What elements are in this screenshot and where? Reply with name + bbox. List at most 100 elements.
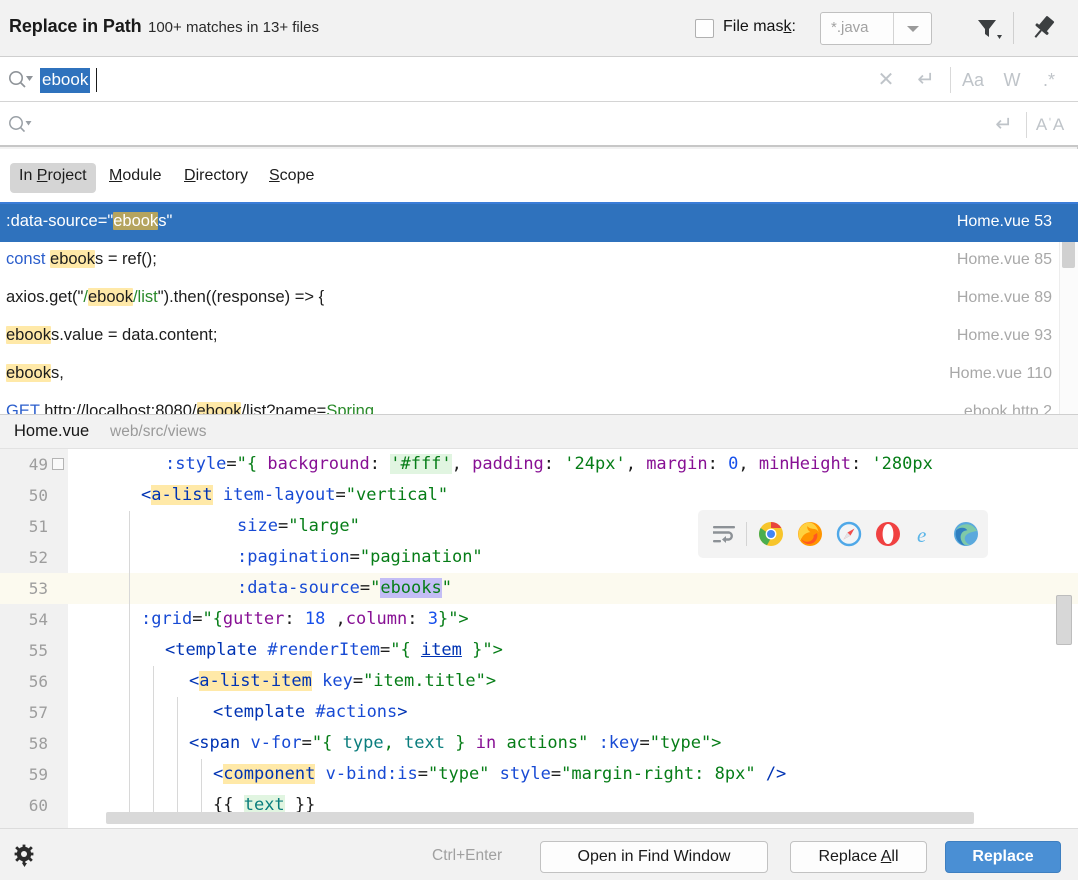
search-results-list[interactable]: :data-source="ebooks" Home.vue 53 const eb… [0,204,1078,414]
search-dropdown-icon[interactable] [6,67,36,91]
code-line[interactable]: 55 <template #renderItem="{ item }"> [0,635,1078,666]
tab-label-post: cope [279,167,315,184]
text-caret [96,68,97,92]
replace-all-button[interactable]: Replace All [790,841,927,873]
replace-in-path-dialog: Replace in Path 100+ matches in 13+ file… [0,0,1078,880]
file-mask-combobox[interactable]: *.java [820,12,932,45]
code-line-text: <span v-for="{ type, text } in actions" … [189,733,722,753]
indent-guide [177,759,178,790]
file-mask-checkbox[interactable] [695,19,714,38]
result-row[interactable]: GET http://localhost:8080/ebook/list?nam… [0,394,1078,414]
replace-actions-divider [1026,112,1027,138]
result-row-file: Home.vue 93 [956,327,1052,344]
line-number: 58 [28,734,48,753]
code-line[interactable]: 50 <a-list item-layout="vertical" [0,480,1078,511]
code-line-text: <a-list item-layout="vertical" [141,485,449,505]
replace-field-row[interactable]: ↵ AˈA [0,102,1078,147]
code-line[interactable]: 54:grid="{gutter: 18 ,column: 3}"> [0,604,1078,635]
code-line[interactable]: 57 <template #actions> [0,697,1078,728]
replace-dropdown-icon[interactable] [6,112,36,136]
code-horizontal-scrollbar-thumb[interactable] [106,812,974,824]
line-number: 53 [28,579,48,598]
code-line[interactable]: 59 <component v-bind:is="type" style="mar… [0,759,1078,790]
settings-gear-icon[interactable] [12,843,40,869]
result-row-text: :data-source="ebooks" [6,212,173,230]
result-row-file: Home.vue 89 [956,289,1052,306]
search-input-value[interactable]: ebook [40,68,91,93]
indent-guide [201,759,202,790]
indent-guide [177,728,178,759]
words-button[interactable]: W [998,67,1026,93]
indent-guide [153,728,154,759]
code-line[interactable]: 56 <a-list-item key="item.title"> [0,666,1078,697]
svg-text:e: e [917,523,926,547]
filter-icon[interactable] [970,12,1008,44]
tab-in-project[interactable]: In Project [10,163,96,193]
indent-guide [129,542,130,573]
chevron-down-icon[interactable] [893,13,931,44]
tab-module[interactable]: Module [100,163,170,193]
code-line[interactable]: 53 :data-source="ebooks" [0,573,1078,604]
new-line-button[interactable]: ↵ [910,67,942,93]
opera-icon[interactable] [875,521,901,547]
search-field-row[interactable]: ebook ✕ ↵ Aa W .* [0,57,1078,102]
match-case-button[interactable]: Aa [956,67,990,93]
line-number: 51 [28,517,48,536]
replace-all-label-mnemonic: A [880,848,892,865]
result-row[interactable]: :data-source="ebooks" Home.vue 53 [0,204,1078,242]
open-in-find-window-button[interactable]: Open in Find Window [540,841,768,873]
indent-guide [153,697,154,728]
result-row[interactable]: ebooks.value = data.content; Home.vue 93 [0,318,1078,356]
search-actions-divider [950,67,951,93]
code-line-text: :pagination="pagination" [237,547,483,567]
indent-guide [153,759,154,790]
file-mask-value: *.java [831,19,869,36]
browser-preview-toolbar[interactable]: e [698,510,988,558]
shortcut-hint: Ctrl+Enter [432,847,503,864]
clear-search-button[interactable]: ✕ [870,67,902,93]
file-mask-label-post: : [791,18,796,35]
internet-explorer-icon[interactable]: e [914,521,940,547]
code-line[interactable]: 49:style="{ background: '#fff', padding:… [0,449,1078,480]
line-number: 56 [28,672,48,691]
file-mask-label-pre: File mas [723,18,784,35]
result-row-file: Home.vue 85 [956,251,1052,268]
line-number: 60 [28,796,48,815]
line-number: 57 [28,703,48,722]
indent-guide [153,666,154,697]
tab-directory[interactable]: Directory [175,163,257,193]
result-row[interactable]: axios.get("/ebook/list").then((response)… [0,280,1078,318]
fold-checkbox-icon[interactable] [52,458,64,470]
tab-label-post: roject [47,167,87,184]
edge-icon[interactable] [953,521,979,547]
tab-scope[interactable]: Scope [260,163,323,193]
result-row[interactable]: ebooks, Home.vue 110 [0,356,1078,394]
replace-button[interactable]: Replace [945,841,1061,873]
code-line-text: :style="{ background: '#fff', padding: '… [165,454,933,474]
safari-icon[interactable] [836,521,862,547]
wrap-text-icon[interactable] [711,521,737,547]
toolbar-divider [746,522,747,546]
indent-guide [129,511,130,542]
code-line-text: :data-source="ebooks" [237,578,452,598]
new-line-button[interactable]: ↵ [988,112,1020,138]
tab-label-mnemonic: P [36,167,48,184]
code-line[interactable]: 58 <span v-for="{ type, text } in actions… [0,728,1078,759]
preserve-case-button[interactable]: AˈA [1032,112,1068,138]
line-number: 52 [28,548,48,567]
match-count-label: 100+ matches in 13+ files [148,19,319,36]
code-line-text: <a-list-item key="item.title"> [189,671,497,691]
indent-guide [129,573,130,604]
result-row-text: axios.get("/ebook/list").then((response)… [6,288,325,306]
indent-guide [129,666,130,697]
result-row[interactable]: const ebooks = ref(); Home.vue 85 [0,242,1078,280]
replace-input-value[interactable] [40,113,44,118]
firefox-icon[interactable] [797,521,823,547]
file-mask-label: File mask: [723,18,796,36]
regex-button[interactable]: .* [1034,67,1064,93]
chrome-icon[interactable] [758,521,784,547]
result-row-file: Home.vue 53 [956,213,1052,230]
code-editor[interactable]: 49:style="{ background: '#fff', padding:… [0,449,1078,829]
pin-icon[interactable] [1026,12,1060,44]
code-vertical-scrollbar-thumb[interactable] [1056,595,1072,645]
